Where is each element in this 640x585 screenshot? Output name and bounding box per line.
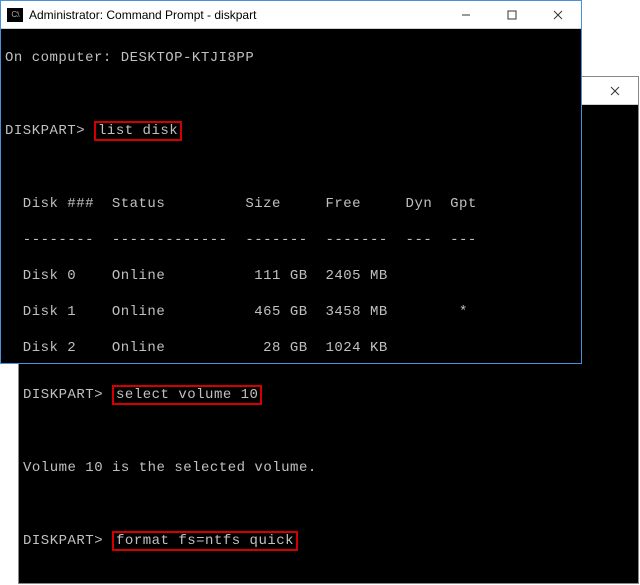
- prompt: DISKPART>: [23, 533, 103, 549]
- cmd-format: format fs=ntfs quick: [112, 531, 298, 551]
- disk-row: Disk 0 Online 111 GB 2405 MB: [5, 267, 577, 285]
- close-button[interactable]: [535, 1, 581, 29]
- disk-header: Disk ### Status Size Free Dyn Gpt: [5, 195, 577, 213]
- cmd-select-volume: select volume 10: [112, 385, 262, 405]
- prompt: DISKPART>: [23, 387, 103, 403]
- disk-row: Disk 2 Online 28 GB 1024 KB: [5, 339, 577, 357]
- disk-row: Disk 1 Online 465 GB 3458 MB *: [5, 303, 577, 321]
- minimize-button[interactable]: [443, 1, 489, 29]
- terminal-front[interactable]: On computer: DESKTOP-KTJI8PP DISKPART> l…: [1, 29, 581, 363]
- window-title-front: Administrator: Command Prompt - diskpart: [29, 8, 256, 22]
- header-line: On computer: DESKTOP-KTJI8PP: [5, 49, 577, 67]
- cmd-icon: C:\: [7, 8, 23, 22]
- close-button-back[interactable]: [592, 77, 638, 105]
- titlebar-front[interactable]: C:\ Administrator: Command Prompt - disk…: [1, 1, 581, 29]
- msg-selected-volume: Volume 10 is the selected volume.: [23, 459, 634, 477]
- maximize-button[interactable]: [489, 1, 535, 29]
- disk-sep: -------- ------------- ------- ------- -…: [5, 231, 577, 249]
- prompt: DISKPART>: [5, 123, 85, 139]
- cmd-list-disk: list disk: [94, 121, 182, 141]
- cmd-window-front: C:\ Administrator: Command Prompt - disk…: [0, 0, 582, 364]
